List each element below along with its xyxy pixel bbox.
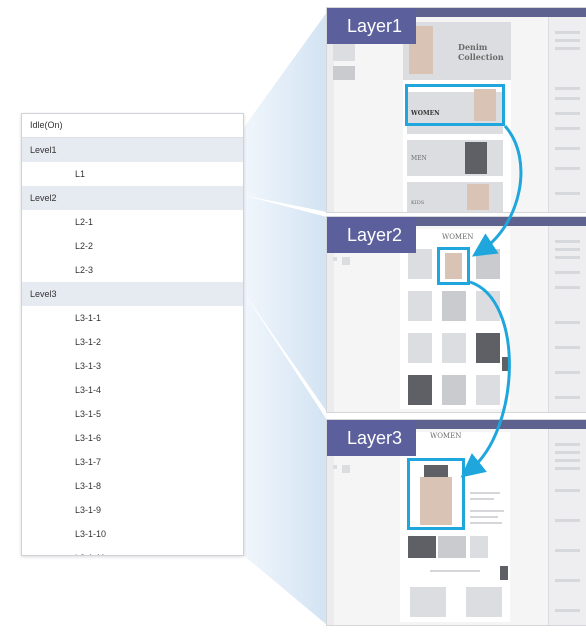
arrow-layer1-to-layer2 <box>471 125 523 257</box>
connector-arrows <box>460 125 523 478</box>
arrow-layer2-to-layer3 <box>460 280 511 478</box>
